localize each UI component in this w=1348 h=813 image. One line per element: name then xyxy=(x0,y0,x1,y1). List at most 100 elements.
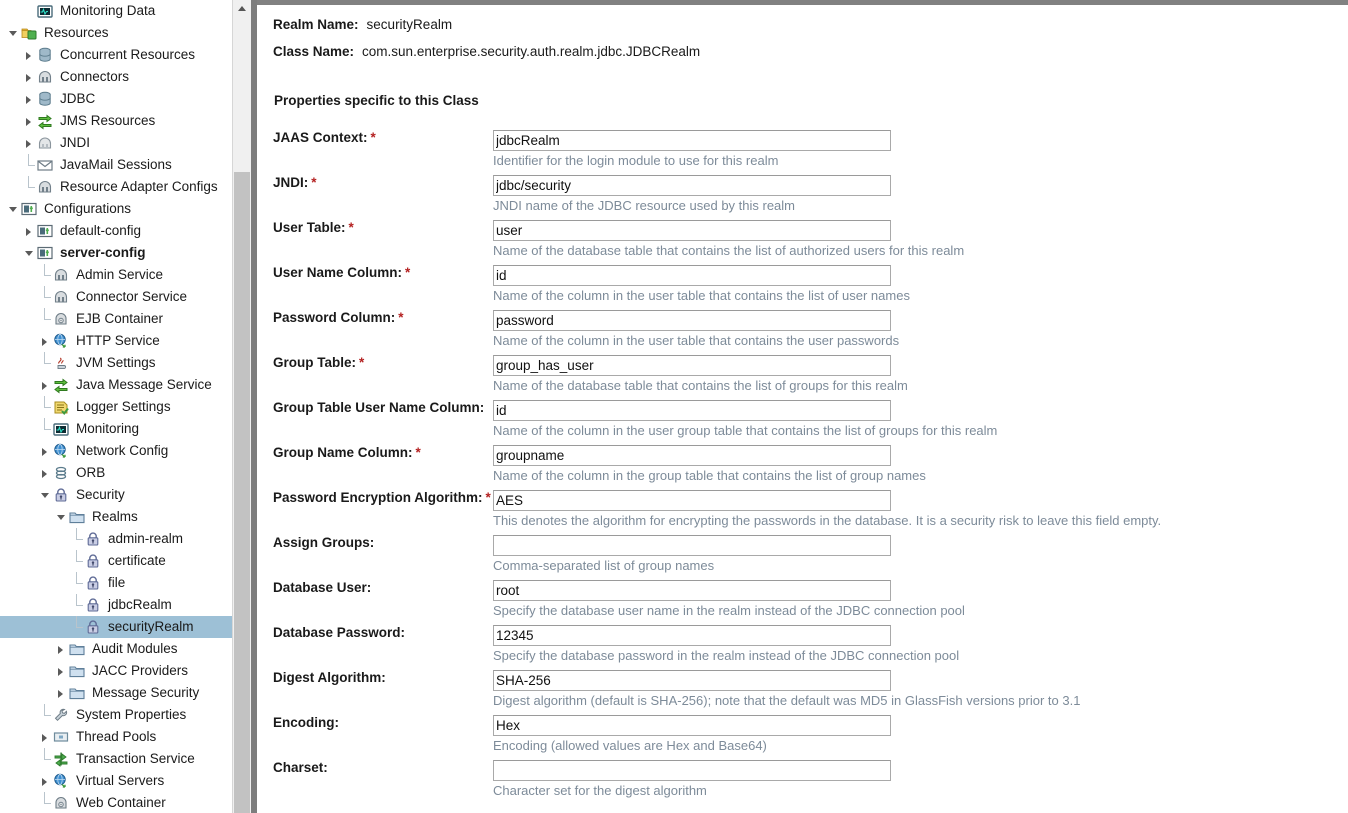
input-assign-groups[interactable] xyxy=(493,535,891,556)
tree-item-monitoring-data[interactable]: Monitoring Data xyxy=(0,0,232,22)
tree-item-default-config[interactable]: default-config xyxy=(0,220,232,242)
chevron-right-icon[interactable] xyxy=(54,638,68,660)
tree-item-connectors[interactable]: Connectors xyxy=(0,66,232,88)
tree-item-network-config[interactable]: Network Config xyxy=(0,440,232,462)
chevron-right-icon[interactable] xyxy=(22,132,36,154)
tree-vertical-scrollbar[interactable] xyxy=(232,0,251,813)
tree-item-orb[interactable]: ORB xyxy=(0,462,232,484)
input-database-user[interactable] xyxy=(493,580,891,601)
tree-item-ejb-container[interactable]: EJB Container xyxy=(0,308,232,330)
input-database-password[interactable] xyxy=(493,625,891,646)
navigation-tree[interactable]: Monitoring Data Resources Concurrent Resou… xyxy=(0,0,232,813)
tree-item-jdbc[interactable]: JDBC xyxy=(0,88,232,110)
jndi-icon xyxy=(36,134,54,152)
tree-item-label: Audit Modules xyxy=(92,641,178,656)
tree-item-configurations[interactable]: Configurations xyxy=(0,198,232,220)
chevron-right-icon[interactable] xyxy=(38,770,52,792)
class-name-value: com.sun.enterprise.security.auth.realm.j… xyxy=(362,44,701,59)
input-user-name-column[interactable] xyxy=(493,265,891,286)
tree-item-java-message-service[interactable]: Java Message Service xyxy=(0,374,232,396)
chevron-down-icon[interactable] xyxy=(6,22,20,44)
tree-item-web-container[interactable]: Web Container xyxy=(0,792,232,813)
chevron-right-icon[interactable] xyxy=(38,462,52,484)
input-digest-algorithm[interactable] xyxy=(493,670,891,691)
chevron-right-icon[interactable] xyxy=(38,374,52,396)
tree-item-logger-settings[interactable]: Logger Settings xyxy=(0,396,232,418)
input-password-column[interactable] xyxy=(493,310,891,331)
input-jaas-context[interactable] xyxy=(493,130,891,151)
chevron-down-icon[interactable] xyxy=(38,484,52,506)
tree-item-audit-modules[interactable]: Audit Modules xyxy=(0,638,232,660)
chevron-right-icon[interactable] xyxy=(22,220,36,242)
tree-item-security[interactable]: Security xyxy=(0,484,232,506)
tree-item-connector-service[interactable]: Connector Service xyxy=(0,286,232,308)
tree-item-virtual-servers[interactable]: Virtual Servers xyxy=(0,770,232,792)
tree-item-message-security[interactable]: Message Security xyxy=(0,682,232,704)
globe-icon xyxy=(52,332,70,350)
chevron-down-icon[interactable] xyxy=(54,506,68,528)
field-label-text: Group Table: xyxy=(273,355,356,370)
input-group-name-column[interactable] xyxy=(493,445,891,466)
lock-icon xyxy=(84,618,102,636)
tree-item-label: Realms xyxy=(92,509,138,524)
form-row-group-table: Group Table:* Name of the database table … xyxy=(257,355,1348,400)
form-row-jndi: JNDI:* JNDI name of the JDBC resource use… xyxy=(257,175,1348,220)
tree-item-server-config[interactable]: server-config xyxy=(0,242,232,264)
tree-item-jacc-providers[interactable]: JACC Providers xyxy=(0,660,232,682)
navigation-tree-panel[interactable]: Monitoring Data Resources Concurrent Resou… xyxy=(0,0,232,813)
form-row-jaas-context: JAAS Context:* Identifier for the login m… xyxy=(257,130,1348,175)
chevron-down-icon[interactable] xyxy=(22,242,36,264)
tree-item-securityrealm[interactable]: securityRealm xyxy=(0,616,232,638)
chevron-down-icon[interactable] xyxy=(6,198,20,220)
chevron-right-icon[interactable] xyxy=(22,110,36,132)
realm-content: Realm Name: securityRealm Class Name: co… xyxy=(257,17,1348,813)
input-group-table-user-name-column[interactable] xyxy=(493,400,891,421)
tree-item-monitoring[interactable]: Monitoring xyxy=(0,418,232,440)
tree-item-system-properties[interactable]: System Properties xyxy=(0,704,232,726)
chevron-right-icon[interactable] xyxy=(22,88,36,110)
input-encoding[interactable] xyxy=(493,715,891,736)
tree-item-jndi[interactable]: JNDI xyxy=(0,132,232,154)
field-help-jaas-context: Identifier for the login module to use f… xyxy=(493,153,779,168)
tree-item-transaction-service[interactable]: Transaction Service xyxy=(0,748,232,770)
tree-item-resources[interactable]: Resources xyxy=(0,22,232,44)
tree-item-http-service[interactable]: HTTP Service xyxy=(0,330,232,352)
tree-item-admin-realm[interactable]: admin-realm xyxy=(0,528,232,550)
realm-properties-form[interactable]: JAAS Context:*Identifier for the login m… xyxy=(257,130,1348,805)
tree-item-thread-pools[interactable]: Thread Pools xyxy=(0,726,232,748)
scroll-up-arrow-icon[interactable] xyxy=(233,0,251,16)
tree-item-label: Admin Service xyxy=(76,267,164,282)
tree-item-realms[interactable]: Realms xyxy=(0,506,232,528)
tree-item-javamail-sessions[interactable]: JavaMail Sessions xyxy=(0,154,232,176)
scrollbar-thumb[interactable] xyxy=(234,172,250,813)
tree-item-label: default-config xyxy=(60,223,142,238)
field-help-password-column: Name of the column in the user table tha… xyxy=(493,333,900,348)
tree-item-file[interactable]: file xyxy=(0,572,232,594)
tree-item-admin-service[interactable]: Admin Service xyxy=(0,264,232,286)
chevron-right-icon[interactable] xyxy=(38,440,52,462)
chevron-right-icon[interactable] xyxy=(22,44,36,66)
tree-item-jdbcrealm[interactable]: jdbcRealm xyxy=(0,594,232,616)
chevron-right-icon[interactable] xyxy=(38,726,52,748)
tree-item-label: file xyxy=(108,575,126,590)
chevron-right-icon[interactable] xyxy=(38,330,52,352)
chevron-right-icon[interactable] xyxy=(54,682,68,704)
tree-item-jms-resources[interactable]: JMS Resources xyxy=(0,110,232,132)
input-password-encryption-algorithm[interactable] xyxy=(493,490,891,511)
tree-item-resource-adapter-configs[interactable]: Resource Adapter Configs xyxy=(0,176,232,198)
required-asterisk-icon: * xyxy=(398,310,404,325)
mail-icon xyxy=(36,156,54,174)
form-row-assign-groups: Assign Groups: Comma-separated list of gr… xyxy=(257,535,1348,580)
input-user-table[interactable] xyxy=(493,220,891,241)
tree-item-certificate[interactable]: certificate xyxy=(0,550,232,572)
input-group-table[interactable] xyxy=(493,355,891,376)
input-jndi[interactable] xyxy=(493,175,891,196)
chevron-right-icon[interactable] xyxy=(54,660,68,682)
tree-item-concurrent-resources[interactable]: Concurrent Resources xyxy=(0,44,232,66)
tree-connector-line xyxy=(70,616,84,638)
input-charset[interactable] xyxy=(493,760,891,781)
config-icon xyxy=(20,200,38,218)
form-row-digest-algorithm: Digest Algorithm: Digest algorithm (defau… xyxy=(257,670,1348,715)
chevron-right-icon[interactable] xyxy=(22,66,36,88)
tree-item-jvm-settings[interactable]: JVM Settings xyxy=(0,352,232,374)
